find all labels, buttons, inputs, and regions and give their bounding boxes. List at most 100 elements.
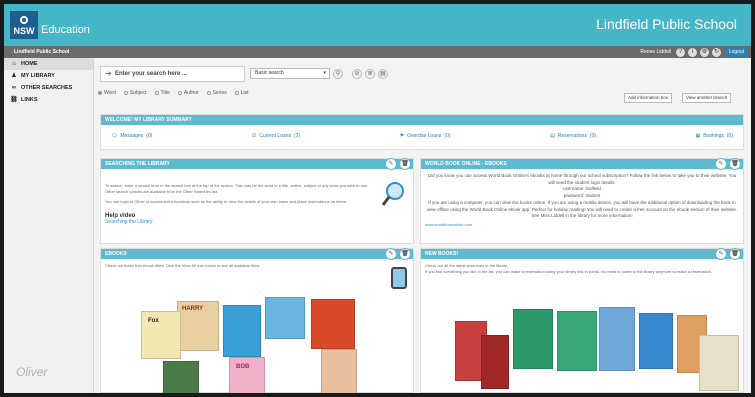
search-options: Word Subject Title Author Series List bbox=[98, 88, 249, 98]
calendar-icon: ▦ bbox=[695, 133, 701, 139]
option-title[interactable]: Title bbox=[154, 88, 170, 98]
search-icon[interactable]: ⚲ bbox=[333, 69, 343, 79]
delete-icon[interactable]: 🗑 bbox=[729, 248, 741, 260]
help-icon[interactable]: ? bbox=[676, 48, 685, 57]
summary-count: (0) bbox=[444, 133, 451, 139]
summary-label: Current Loans bbox=[259, 133, 291, 139]
sidebar-item-my-library[interactable]: ♟ MY LIBRARY bbox=[4, 70, 93, 82]
option-label: List bbox=[240, 90, 249, 96]
sidebar-item-label: OTHER SEARCHES bbox=[21, 85, 73, 91]
clear-icon[interactable]: ⊘ bbox=[352, 69, 362, 79]
summary-messages[interactable]: 🗨 Messages (0) bbox=[111, 133, 152, 139]
home-icon: ⌂ bbox=[12, 61, 16, 67]
nsw-logo[interactable]: NSW bbox=[10, 11, 38, 39]
top-header: NSW Education Lindfield Public School bbox=[4, 4, 751, 46]
delete-icon[interactable]: 🗑 bbox=[399, 248, 411, 260]
link-icon: ⛓ bbox=[10, 97, 18, 103]
option-subject[interactable]: Subject bbox=[123, 88, 147, 98]
summary-items: 🗨 Messages (0) ☑ Current Loans (2) ⚑ Overdue … bbox=[101, 125, 743, 147]
summary-panel: WELCOME! MY LIBRARY SUMMARY 🗨 Messages (0)… bbox=[100, 114, 744, 150]
delete-icon[interactable]: 🗑 bbox=[729, 158, 741, 170]
book-cover-blue-3[interactable] bbox=[639, 313, 673, 369]
history-icon[interactable]: ≣ bbox=[365, 69, 375, 79]
search-input[interactable]: ➜ Enter your search here ... bbox=[100, 66, 245, 82]
book-cover-blue-2[interactable] bbox=[599, 307, 635, 371]
book-cover-green-2[interactable] bbox=[557, 311, 597, 371]
view-another-branch-button[interactable]: View another branch bbox=[682, 93, 732, 103]
summary-bookings[interactable]: ▦ Bookings (0) bbox=[696, 133, 733, 139]
book-cover-blue[interactable] bbox=[265, 297, 305, 339]
summary-count: (0) bbox=[146, 133, 153, 139]
edit-icon[interactable]: ✎ bbox=[385, 158, 397, 170]
book-title: Fox bbox=[148, 318, 159, 324]
book-cover-fox[interactable]: Fox bbox=[141, 311, 181, 359]
sidebar-item-label: HOME bbox=[21, 61, 38, 67]
radio-icon bbox=[177, 91, 182, 95]
world-book-link[interactable]: www.worldbookonline.com bbox=[421, 220, 743, 232]
info-icon[interactable]: i bbox=[688, 48, 697, 57]
summary-overdue-loans[interactable]: ⚑ Overdue Loans (0) bbox=[400, 133, 451, 139]
option-list[interactable]: List bbox=[234, 88, 249, 98]
option-word[interactable]: Word bbox=[98, 88, 116, 98]
book-cover-powerpuff[interactable] bbox=[311, 299, 355, 349]
summary-count: (2) bbox=[293, 133, 301, 139]
summary-label: Bookings bbox=[703, 133, 724, 139]
sidebar-item-links[interactable]: ⛓ LINKS bbox=[4, 94, 93, 106]
radio-icon bbox=[123, 91, 128, 95]
book-cover-ironman[interactable] bbox=[481, 335, 509, 389]
checklist-icon: ☑ bbox=[251, 133, 257, 139]
logout-button[interactable]: Logout bbox=[725, 48, 747, 57]
settings-icon[interactable]: ⚙ bbox=[700, 48, 709, 57]
panel-text: If you are using a computer, you can vie… bbox=[426, 200, 738, 218]
option-series[interactable]: Series bbox=[206, 88, 227, 98]
book-cover-harry[interactable]: HARRY bbox=[177, 301, 219, 351]
user-name: Renee Liddell bbox=[640, 49, 671, 55]
panel-title: SEARCHING THE LIBRARY ✎ 🗑 bbox=[101, 158, 413, 170]
summary-count: (0) bbox=[589, 133, 597, 139]
panel-text: Did you know you can access World Book O… bbox=[427, 173, 737, 185]
binoculars-icon: ∞ bbox=[11, 85, 17, 91]
chevron-down-icon: ▾ bbox=[323, 70, 326, 76]
add-information-box-button[interactable]: Add information box bbox=[624, 93, 673, 103]
panel-text: Check out all the latest resources in th… bbox=[425, 263, 508, 268]
help-video-link[interactable]: Searching the Library bbox=[101, 219, 413, 225]
book-cover-fish[interactable] bbox=[223, 305, 261, 357]
book-cover-green[interactable] bbox=[513, 309, 553, 369]
panel-text: To search, enter a search term in the se… bbox=[105, 183, 369, 194]
refresh-icon[interactable]: ↻ bbox=[712, 48, 721, 57]
book-cover-girl[interactable] bbox=[321, 349, 357, 393]
world-book-panel: WORLD BOOK ONLINE - EBOOKS ✎ 🗑 Did you k… bbox=[420, 158, 744, 244]
edit-icon[interactable]: ✎ bbox=[715, 158, 727, 170]
subbar-school-name: Lindfield Public School bbox=[14, 49, 70, 55]
edit-icon[interactable]: ✎ bbox=[715, 248, 727, 260]
panel-title-text: WORLD BOOK ONLINE - EBOOKS bbox=[425, 161, 507, 167]
panel-title: WORLD BOOK ONLINE - EBOOKS ✎ 🗑 bbox=[421, 158, 743, 170]
panel-title-text: NEW BOOKS! bbox=[425, 251, 459, 257]
panel-title-text: SEARCHING THE LIBRARY bbox=[105, 161, 170, 167]
summary-label: Reservations bbox=[557, 133, 587, 139]
book-cover-map[interactable] bbox=[163, 361, 199, 393]
sidebar-item-other-searches[interactable]: ∞ OTHER SEARCHES bbox=[4, 82, 93, 94]
radio-icon bbox=[234, 91, 239, 95]
summary-reservations[interactable]: ▤ Reservations (0) bbox=[550, 133, 596, 139]
reservation-icon: ▤ bbox=[549, 133, 555, 139]
edit-icon[interactable]: ✎ bbox=[385, 248, 397, 260]
search-type-select[interactable]: Basic search ▾ bbox=[250, 68, 330, 79]
book-cover-bob[interactable]: BOB bbox=[229, 357, 265, 393]
oliver-brand: Oliver bbox=[16, 365, 48, 379]
summary-current-loans[interactable]: ☑ Current Loans (2) bbox=[252, 133, 300, 139]
cart-icon[interactable]: ▤ bbox=[378, 69, 388, 79]
waratah-icon bbox=[20, 16, 28, 24]
sidebar-item-home[interactable]: ⌂ HOME bbox=[4, 58, 93, 70]
panel-text: You can login to Oliver to access extra … bbox=[105, 199, 347, 204]
searching-library-panel: SEARCHING THE LIBRARY ✎ 🗑 To search, ent… bbox=[100, 158, 414, 244]
option-author[interactable]: Author bbox=[177, 88, 199, 98]
browser-frame: NSW Education Lindfield Public School Li… bbox=[4, 4, 751, 393]
tablet-icon[interactable] bbox=[391, 267, 407, 289]
main-content: ➜ Enter your search here ... Basic searc… bbox=[94, 58, 751, 393]
delete-icon[interactable]: 🗑 bbox=[399, 158, 411, 170]
search-type-label: Basic search bbox=[255, 70, 284, 76]
sidebar: ⌂ HOME ♟ MY LIBRARY ∞ OTHER SEARCHES ⛓ L… bbox=[4, 58, 94, 393]
book-cover-chess[interactable] bbox=[699, 335, 739, 391]
book-title: HARRY bbox=[182, 306, 204, 312]
